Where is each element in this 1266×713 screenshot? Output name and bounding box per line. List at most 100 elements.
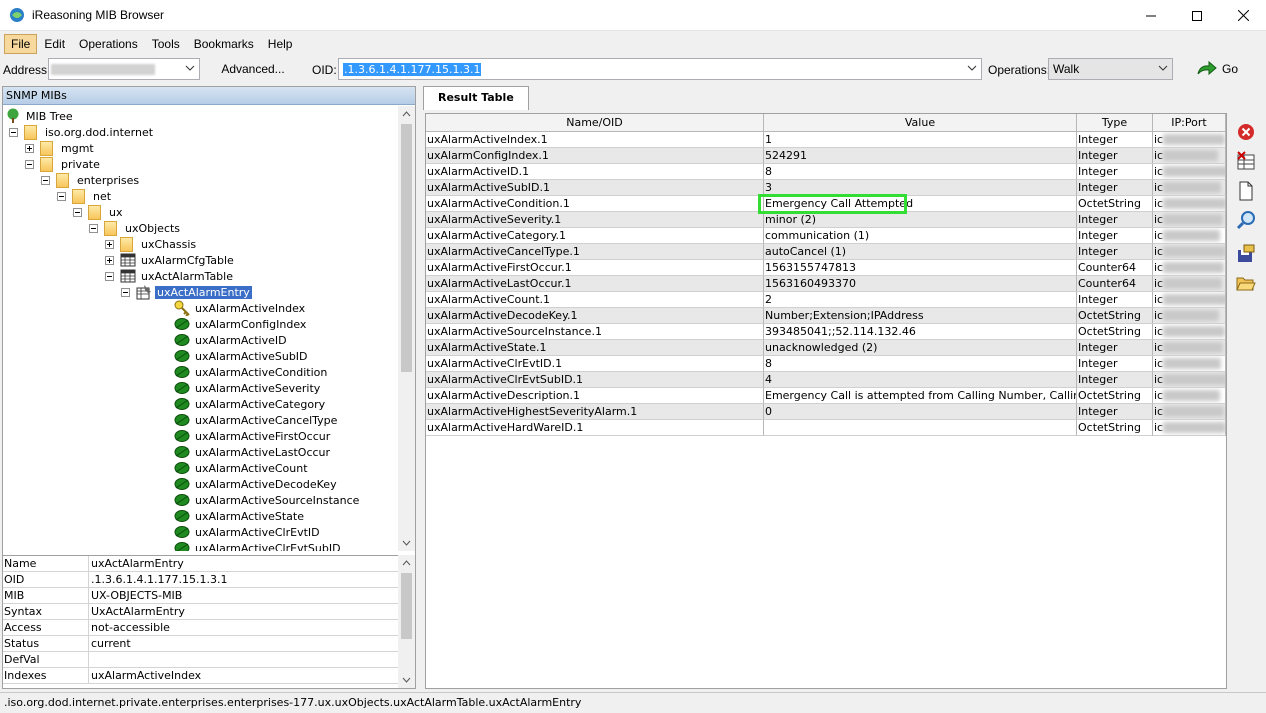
column-header-type[interactable]: Type: [1077, 114, 1153, 132]
clear-table-button[interactable]: [1235, 150, 1257, 172]
tree-node-label: uxAlarmActiveCondition: [195, 365, 328, 379]
leaf-icon: [174, 350, 190, 362]
tree-node[interactable]: uxAlarmConfigIndex: [174, 316, 308, 332]
tree-node[interactable]: MIB Tree: [5, 108, 75, 124]
tree-node[interactable]: private: [25, 156, 102, 172]
table-row[interactable]: uxAlarmActiveLastOccur.1 1563160493370 Cou…: [426, 276, 1226, 292]
ip-prefix: ic: [1154, 277, 1164, 290]
open-button[interactable]: [1235, 272, 1257, 294]
tree-node[interactable]: uxAlarmActiveState: [174, 508, 306, 524]
go-button[interactable]: Go: [1196, 58, 1238, 80]
operations-select[interactable]: Walk: [1048, 58, 1173, 80]
minimize-button[interactable]: [1128, 0, 1174, 31]
tree-node[interactable]: uxObjects: [89, 220, 182, 236]
table-row[interactable]: uxAlarmActiveID.1 8 Integer ic: [426, 164, 1226, 180]
tree-node[interactable]: uxAlarmActiveCancelType: [174, 412, 339, 428]
table-row[interactable]: uxAlarmActiveState.1 unacknowledged (2) In…: [426, 340, 1226, 356]
tab-result-table[interactable]: Result Table: [423, 86, 529, 110]
menu-tools[interactable]: Tools: [145, 34, 187, 54]
stop-button[interactable]: [1235, 121, 1257, 143]
tree-node[interactable]: uxAlarmActiveCondition: [174, 364, 329, 380]
table-row[interactable]: uxAlarmConfigIndex.1 524291 Integer ic: [426, 148, 1226, 164]
tree-node[interactable]: mgmt: [25, 140, 96, 156]
tree-scrollbar[interactable]: [398, 106, 415, 551]
menu-operations[interactable]: Operations: [72, 34, 145, 54]
collapse-icon[interactable]: [73, 207, 82, 217]
tree-node[interactable]: uxAlarmActiveClrEvtID: [174, 524, 322, 540]
ip-prefix: ic: [1154, 165, 1164, 178]
cell-value: 1563155747813: [764, 260, 1077, 276]
table-row[interactable]: uxAlarmActiveHighestSeverityAlarm.1 0 Inte…: [426, 404, 1226, 420]
table-row[interactable]: uxAlarmActiveCancelType.1 autoCancel (1) I…: [426, 244, 1226, 260]
expand-icon[interactable]: [105, 255, 114, 265]
maximize-button[interactable]: [1174, 0, 1220, 31]
new-button[interactable]: [1235, 180, 1257, 202]
cell-ipport: ic: [1153, 404, 1226, 420]
tree-node[interactable]: ux: [73, 204, 124, 220]
tree-node[interactable]: uxAlarmActiveCategory: [174, 396, 327, 412]
collapse-icon[interactable]: [41, 175, 50, 185]
column-header-name[interactable]: Name/OID: [426, 114, 764, 132]
menu-help[interactable]: Help: [261, 34, 300, 54]
table-row[interactable]: uxAlarmActiveClrEvtSubID.1 4 Integer ic: [426, 372, 1226, 388]
table-row[interactable]: uxAlarmActiveClrEvtID.1 8 Integer ic: [426, 356, 1226, 372]
properties-scroll-thumb[interactable]: [401, 573, 412, 639]
table-row[interactable]: uxAlarmActiveSeverity.1 minor (2) Integer i…: [426, 212, 1226, 228]
table-row[interactable]: uxAlarmActiveDecodeKey.1 Number;Extension…: [426, 308, 1226, 324]
oid-input[interactable]: .1.3.6.1.4.1.177.15.1.3.1: [338, 58, 982, 80]
leaf-icon: [174, 318, 190, 330]
tree-node[interactable]: uxAlarmActiveIndex: [174, 300, 307, 316]
column-header-ipport[interactable]: IP:Port: [1153, 114, 1226, 132]
close-button[interactable]: [1220, 0, 1266, 31]
table-row[interactable]: uxAlarmActiveIndex.1 1 Integer ic: [426, 132, 1226, 148]
result-table[interactable]: Name/OID Value Type IP:Port uxAlarmActiv…: [425, 113, 1227, 689]
tree-node[interactable]: uxAlarmActiveSeverity: [174, 380, 322, 396]
collapse-icon[interactable]: [89, 223, 98, 233]
redacted-ip: [1163, 406, 1224, 417]
advanced-button[interactable]: Advanced...: [214, 59, 292, 79]
tree-node[interactable]: iso.org.dod.internet: [9, 124, 155, 140]
menu-edit[interactable]: Edit: [37, 34, 72, 54]
tree-node[interactable]: uxAlarmActiveDecodeKey: [174, 476, 339, 492]
collapse-icon[interactable]: [57, 191, 66, 201]
tree-node[interactable]: uxAlarmActiveFirstOccur: [174, 428, 332, 444]
tree-node[interactable]: enterprises: [41, 172, 141, 188]
collapse-icon[interactable]: [121, 287, 130, 297]
tree-node[interactable]: uxAlarmActiveSourceInstance: [174, 492, 361, 508]
mib-tree[interactable]: MIB Tree iso.org.dod.internet mgmt private e…: [3, 106, 399, 551]
tree-node[interactable]: uxAlarmCfgTable: [105, 252, 236, 268]
table-row[interactable]: uxAlarmActiveFirstOccur.1 1563155747813 Co…: [426, 260, 1226, 276]
address-combo[interactable]: [48, 58, 200, 80]
expand-icon[interactable]: [25, 143, 34, 153]
tree-node[interactable]: uxAlarmActiveSubID: [174, 348, 310, 364]
tree-node[interactable]: uxActAlarmTable: [105, 268, 235, 284]
menu-bookmarks[interactable]: Bookmarks: [187, 34, 261, 54]
scroll-down-icon[interactable]: [402, 538, 411, 547]
tree-node[interactable]: uxActAlarmEntry: [121, 284, 252, 300]
menu-file[interactable]: File: [4, 33, 38, 54]
tree-node[interactable]: uxAlarmActiveLastOccur: [174, 444, 332, 460]
properties-scrollbar[interactable]: [398, 555, 415, 688]
table-row[interactable]: uxAlarmActiveDescription.1 Emergency Call…: [426, 388, 1226, 404]
cell-ipport: ic: [1153, 388, 1226, 404]
tree-node[interactable]: net: [57, 188, 113, 204]
column-header-value[interactable]: Value: [764, 114, 1077, 132]
save-button[interactable]: [1235, 243, 1257, 265]
tree-node[interactable]: uxAlarmActiveID: [174, 332, 289, 348]
tree-node[interactable]: uxAlarmActiveClrEvtSubID: [174, 540, 343, 551]
tree-scroll-thumb[interactable]: [401, 124, 412, 372]
table-row[interactable]: uxAlarmActiveCount.1 2 Integer ic: [426, 292, 1226, 308]
collapse-icon[interactable]: [25, 159, 34, 169]
find-button[interactable]: [1235, 209, 1257, 231]
table-row[interactable]: uxAlarmActiveCategory.1 communication (1)…: [426, 228, 1226, 244]
table-row[interactable]: uxAlarmActiveHardWareID.1 OctetString ic: [426, 420, 1226, 436]
tree-node[interactable]: uxChassis: [105, 236, 198, 252]
expand-icon[interactable]: [105, 239, 114, 249]
scroll-down-icon[interactable]: [402, 675, 411, 684]
collapse-icon[interactable]: [105, 271, 114, 281]
scroll-up-icon[interactable]: [402, 559, 411, 568]
scroll-up-icon[interactable]: [402, 110, 411, 119]
table-row[interactable]: uxAlarmActiveSourceInstance.1 393485041;;…: [426, 324, 1226, 340]
tree-node[interactable]: uxAlarmActiveCount: [174, 460, 310, 476]
collapse-icon[interactable]: [9, 127, 18, 137]
